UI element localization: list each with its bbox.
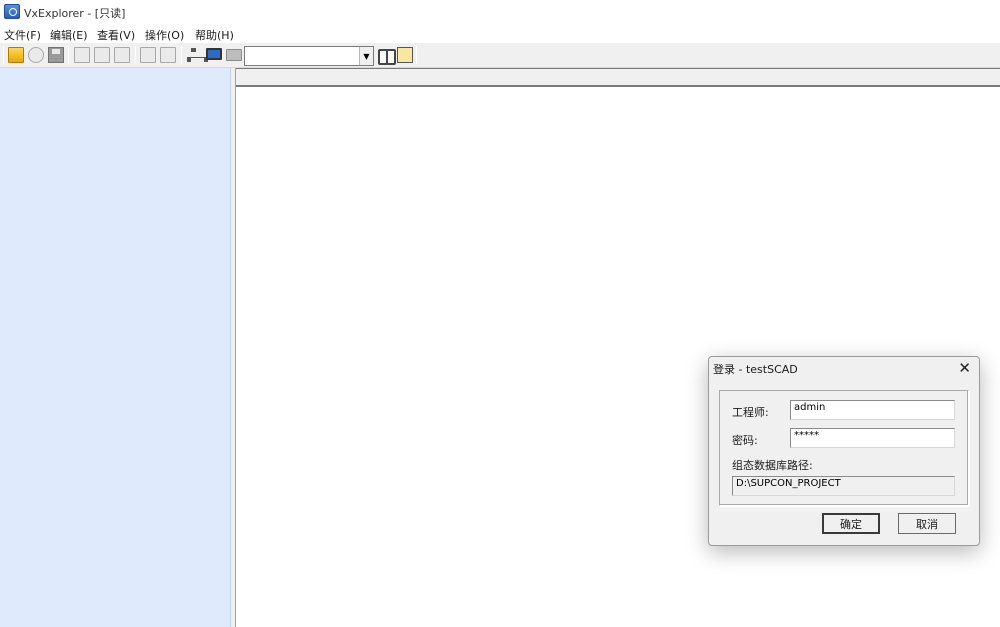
toolbar-separator [3, 46, 4, 64]
toolbar-separator [135, 46, 136, 64]
toolbar [0, 43, 1000, 68]
save-icon[interactable] [48, 47, 64, 63]
refresh-icon[interactable] [28, 47, 44, 63]
cancel-button[interactable]: 取消 [898, 513, 956, 534]
combo-dropdown-icon[interactable]: ▼ [359, 47, 373, 65]
menu-view[interactable]: 查看(V) [97, 27, 135, 43]
folder-icon[interactable] [226, 49, 242, 61]
close-icon[interactable]: ✕ [958, 359, 971, 377]
password-input[interactable]: ***** [790, 428, 955, 448]
toolbar-separator [416, 46, 417, 64]
screen-icon[interactable] [397, 47, 413, 63]
monitor-icon[interactable] [206, 48, 222, 60]
tree-pane[interactable] [0, 68, 231, 627]
toolbar-separator [68, 46, 69, 64]
cut-icon[interactable] [74, 47, 90, 63]
login-dialog: 登录 - testSCAD ✕ 工程师: admin 密码: ***** 组态数… [708, 356, 980, 546]
tree-structure-icon[interactable] [186, 47, 208, 63]
menu-operate[interactable]: 操作(O) [145, 27, 184, 43]
db-path-field: D:\SUPCON_PROJECT [732, 476, 955, 496]
add-icon[interactable] [140, 47, 156, 63]
password-label: 密码: [732, 434, 758, 447]
db-path-label: 组态数据库路径: [732, 459, 813, 472]
copy-icon[interactable] [94, 47, 110, 63]
menu-help[interactable]: 帮助(H) [195, 27, 234, 43]
title-bar: VxExplorer - [只读] [0, 0, 1000, 24]
toolbar-separator [181, 46, 182, 64]
menu-file[interactable]: 文件(F) [4, 27, 41, 43]
open-folder-icon[interactable] [8, 47, 24, 63]
delete-icon[interactable] [160, 47, 176, 63]
app-icon [4, 4, 20, 19]
toolbar-combo[interactable]: ▼ [244, 46, 374, 66]
window-title: VxExplorer - [只读] [24, 7, 126, 20]
engineer-input[interactable]: admin [790, 400, 955, 420]
ok-button[interactable]: 确定 [822, 513, 880, 534]
find-icon[interactable] [378, 47, 396, 65]
dialog-title: 登录 - testSCAD [713, 363, 798, 376]
menu-edit[interactable]: 编辑(E) [50, 27, 88, 43]
paste-icon[interactable] [114, 47, 130, 63]
menu-bar: 文件(F) 编辑(E) 查看(V) 操作(O) 帮助(H) [0, 24, 1000, 43]
engineer-label: 工程师: [732, 406, 769, 419]
list-header [236, 68, 1000, 87]
